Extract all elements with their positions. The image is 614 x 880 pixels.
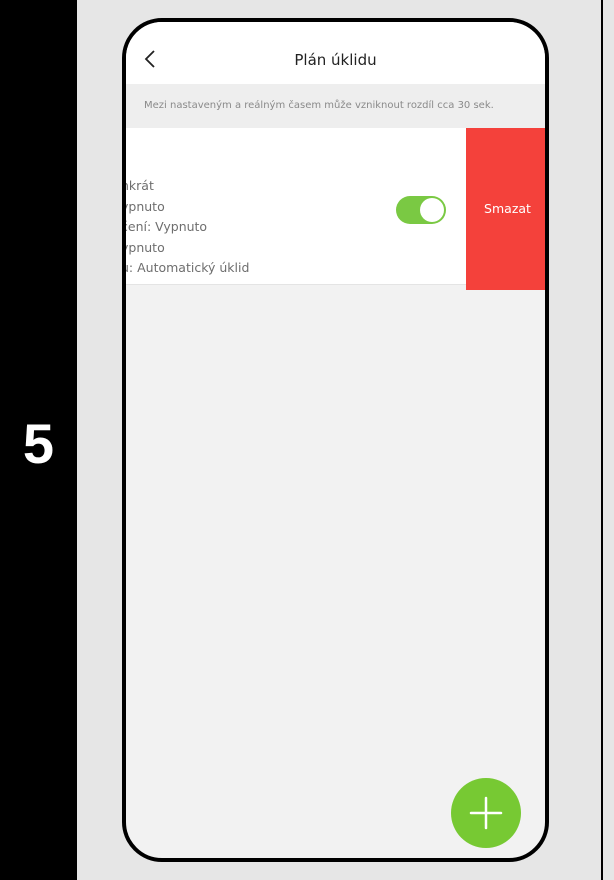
schedule-detail-line: ypnuto: [122, 198, 165, 214]
phone-frame: Plán úklidu Mezi nastaveným a reálným ča…: [122, 18, 549, 862]
right-border: [601, 0, 603, 880]
schedule-detail-line: čení: Vypnuto: [122, 219, 208, 234]
left-sidebar-strip: 5: [0, 0, 77, 880]
info-banner: Mezi nastaveným a reálným časem může vzn…: [126, 84, 545, 128]
plus-icon: [469, 796, 503, 830]
schedule-detail-line: ypnuto: [122, 239, 165, 255]
step-number: 5: [22, 412, 55, 475]
schedule-enable-toggle[interactable]: [396, 196, 446, 224]
toggle-knob: [420, 198, 444, 222]
schedule-details: nkrát ypnuto čení: Vypnuto ypnuto u: Aut…: [122, 176, 250, 279]
delete-button[interactable]: Smazat: [466, 128, 545, 290]
navigation-bar: Plán úklidu: [126, 22, 545, 84]
schedule-detail-line: nkrát: [122, 178, 154, 193]
schedule-list-item[interactable]: nkrát ypnuto čení: Vypnuto ypnuto u: Aut…: [126, 128, 545, 290]
add-schedule-button[interactable]: [451, 778, 521, 848]
page-title: Plán úklidu: [294, 51, 377, 69]
schedule-detail-line: u: Automatický úklid: [122, 260, 250, 275]
